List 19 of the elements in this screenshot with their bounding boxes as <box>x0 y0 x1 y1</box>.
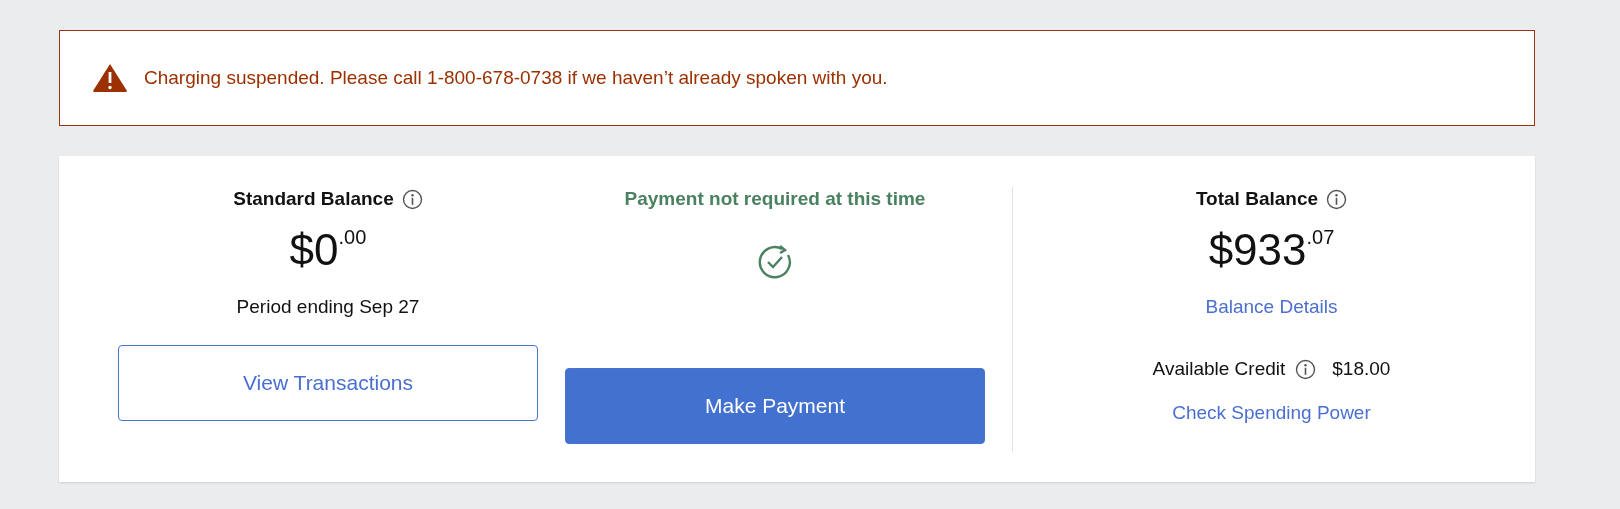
standard-balance-title: Standard Balance <box>233 188 394 210</box>
balance-cents: .07 <box>1306 225 1335 250</box>
available-credit-label: Available Credit <box>1152 358 1286 380</box>
make-payment-button[interactable]: Make Payment <box>565 368 985 444</box>
period-text: Period ending Sep 27 <box>236 296 420 318</box>
info-icon[interactable] <box>401 188 423 210</box>
warning-icon <box>92 63 128 93</box>
info-icon[interactable] <box>1295 358 1317 380</box>
balance-amount: $0 <box>289 224 339 276</box>
total-balance-title: Total Balance <box>1195 188 1319 210</box>
balance-cents: .00 <box>338 225 367 250</box>
alert-message: Charging suspended. Please call 1-800-678-0738 if we haven’t already spoken with you. <box>144 67 888 89</box>
payment-status-text: Payment not required at this time <box>624 188 926 210</box>
balance-amount: $933 <box>1208 224 1307 276</box>
available-credit-value: $18.00 <box>1332 358 1391 380</box>
info-icon[interactable] <box>1326 188 1348 210</box>
check-spending-power-link[interactable]: Check Spending Power <box>1172 402 1371 424</box>
balance-details-link[interactable]: Balance Details <box>1205 296 1338 318</box>
view-transactions-button[interactable]: View Transactions <box>118 345 538 421</box>
